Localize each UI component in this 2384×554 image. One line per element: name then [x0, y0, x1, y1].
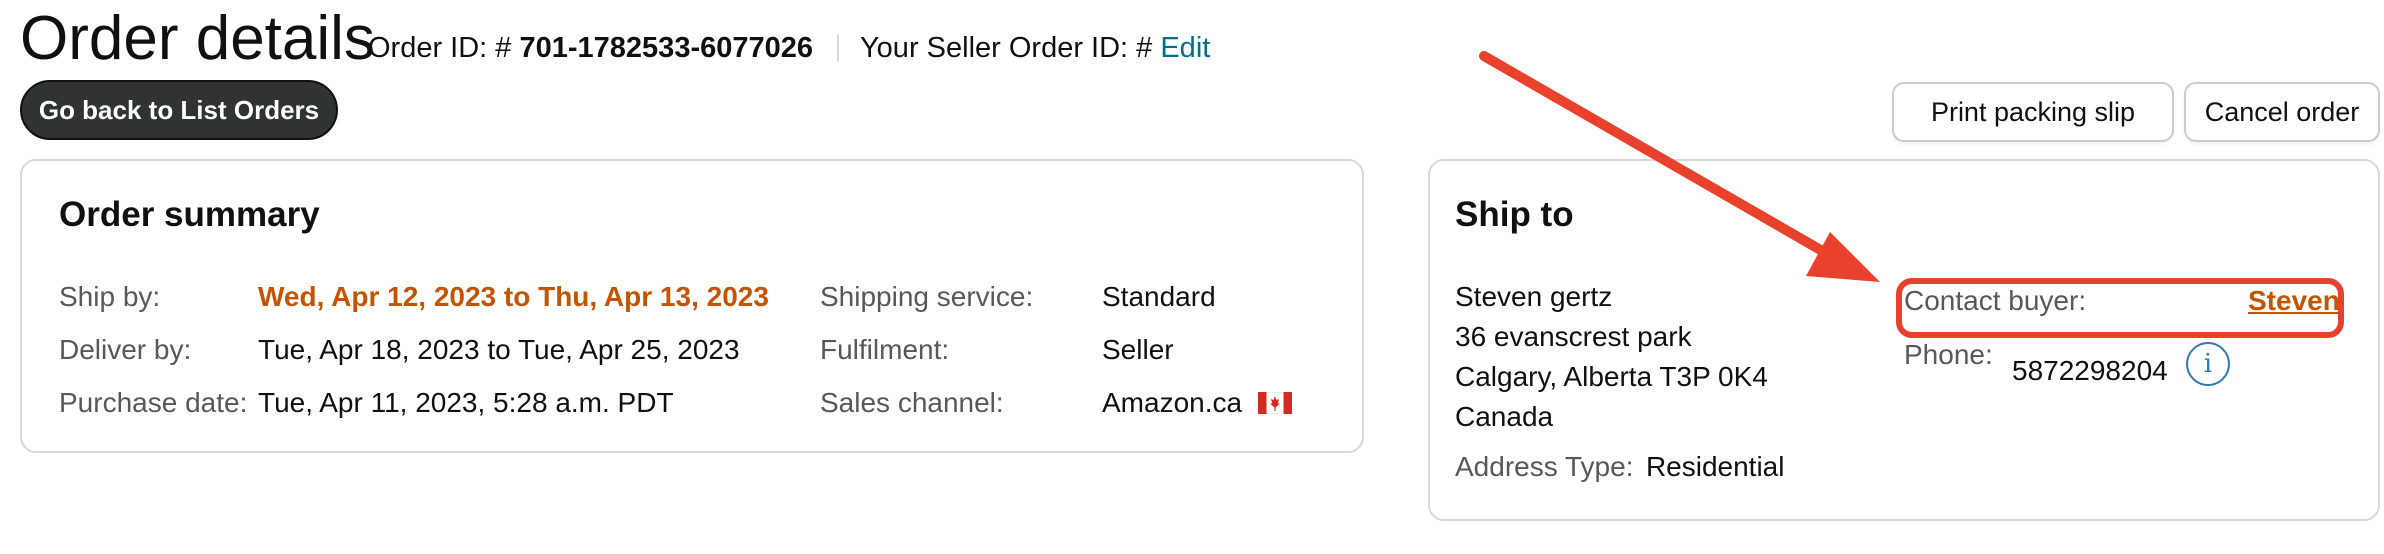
phone-label: Phone:: [1904, 339, 1993, 370]
back-to-list-orders-button[interactable]: Go back to List Orders: [20, 80, 338, 140]
fulfilment-label: Fulfilment:: [820, 334, 950, 365]
fulfilment-value: Seller: [1102, 334, 1174, 365]
phone-value: 5872298204: [2012, 355, 2168, 386]
deliver-by-label: Deliver by:: [59, 334, 192, 365]
contact-buyer-highlight: [1896, 278, 2344, 338]
sales-channel-label: Sales channel:: [820, 387, 1004, 418]
page-title: Order details: [20, 4, 375, 73]
order-summary-title: Order summary: [59, 195, 320, 234]
purchase-date-label: Purchase date:: [59, 387, 248, 418]
info-icon[interactable]: i: [2186, 342, 2230, 386]
cancel-order-button[interactable]: Cancel order: [2184, 82, 2380, 142]
canada-flag-icon: [1257, 392, 1292, 414]
shipping-service-label: Shipping service:: [820, 281, 1034, 312]
sales-channel-value: Amazon.ca: [1102, 385, 1292, 421]
ship-by-value: Wed, Apr 12, 2023 to Thu, Apr 13, 2023: [258, 281, 769, 312]
order-id-value: 701-1782533-6077026: [519, 32, 814, 64]
edit-seller-id-link[interactable]: Edit: [1160, 32, 1210, 64]
ship-by-label: Ship by:: [59, 281, 161, 312]
address-type-label: Address Type:: [1455, 451, 1634, 482]
ship-to-card: Ship to Steven gertz 36 evanscrest park …: [1428, 159, 2380, 521]
recipient-name: Steven gertz: [1455, 281, 1613, 312]
order-summary-card: Order summary Ship by: Wed, Apr 12, 2023…: [20, 159, 1364, 453]
deliver-by-value: Tue, Apr 18, 2023 to Tue, Apr 25, 2023: [258, 334, 740, 365]
header-divider: [837, 34, 839, 62]
address-line-1: 36 evanscrest park: [1455, 321, 1692, 352]
address-type-value: Residential: [1645, 451, 1785, 482]
seller-order-id: Your Seller Order ID: # Edit: [860, 28, 1210, 68]
print-packing-slip-button[interactable]: Print packing slip: [1892, 82, 2174, 142]
address-type: Address Type: Residential: [1455, 449, 1784, 485]
address-line-2: Calgary, Alberta T3P 0K4: [1455, 361, 1768, 392]
address-country: Canada: [1455, 401, 1554, 432]
ship-to-title: Ship to: [1455, 195, 1574, 234]
shipping-service-value: Standard: [1102, 281, 1216, 312]
sales-channel-text: Amazon.ca: [1102, 387, 1243, 418]
seller-order-id-label: Your Seller Order ID: #: [860, 32, 1161, 64]
purchase-date-value: Tue, Apr 11, 2023, 5:28 a.m. PDT: [258, 387, 674, 418]
order-id-label: Order ID: #: [368, 32, 520, 64]
order-id: Order ID: # 701-1782533-6077026: [368, 28, 813, 68]
